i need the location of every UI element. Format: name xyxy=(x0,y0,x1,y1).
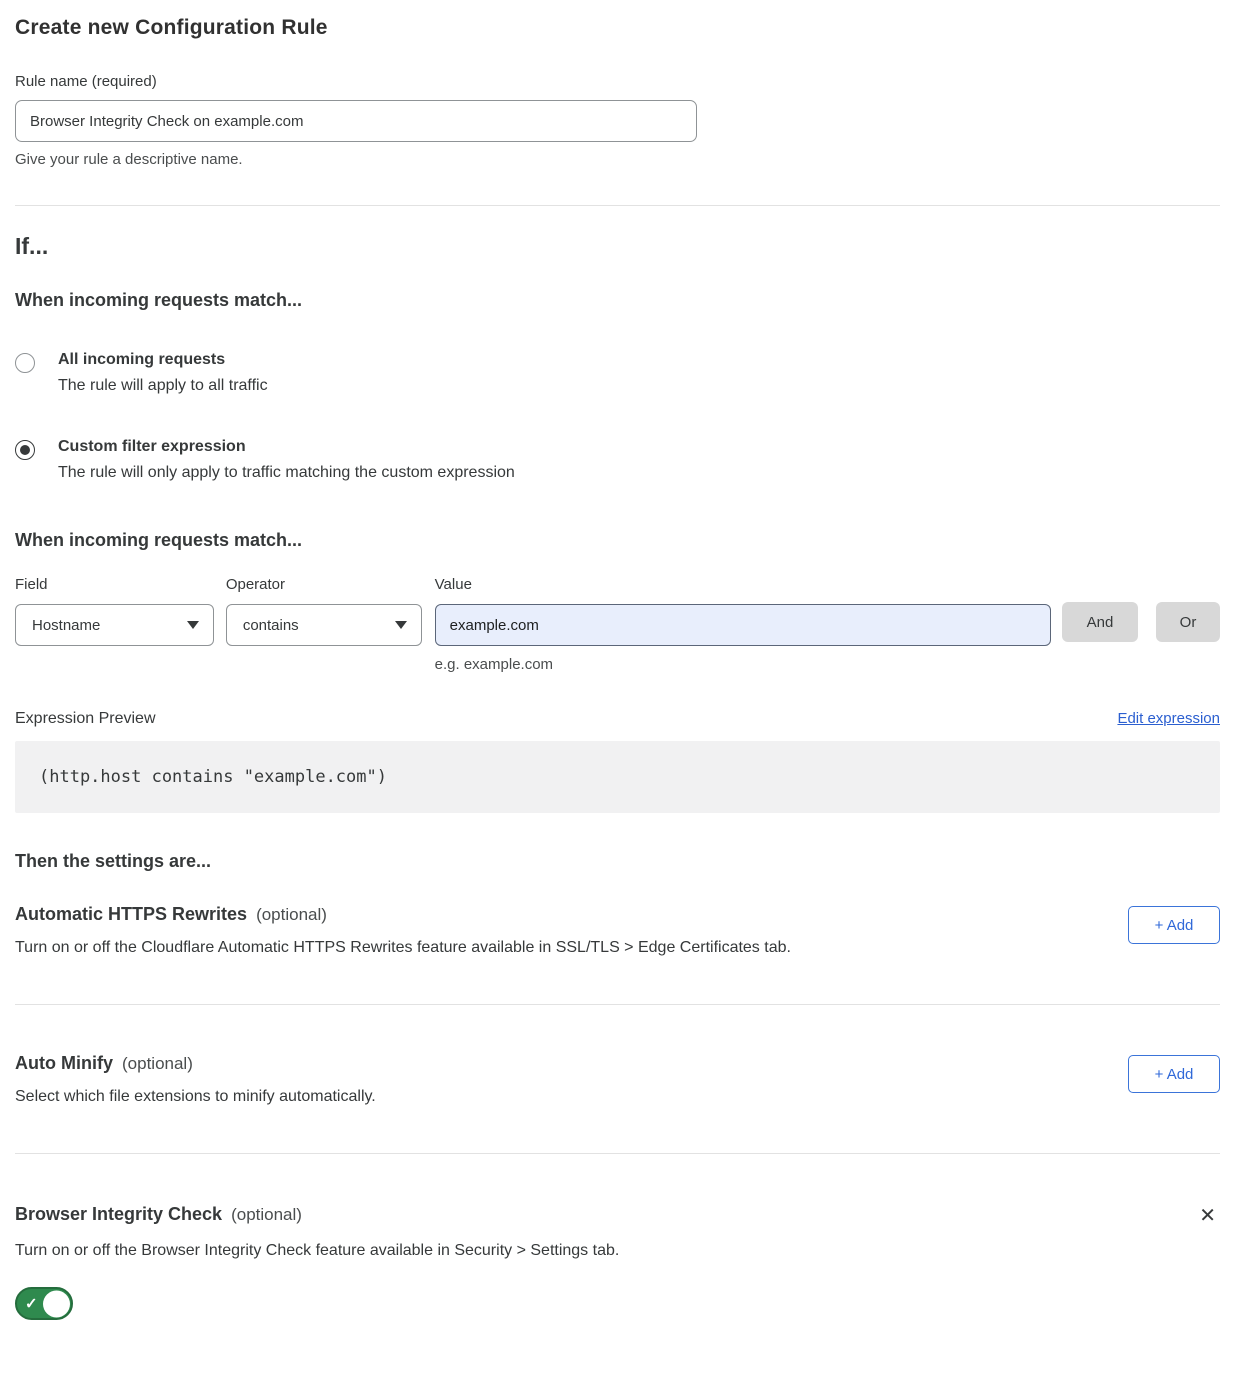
setting-description: Turn on or off the Browser Integrity Che… xyxy=(15,1242,1220,1260)
field-select-value: Hostname xyxy=(32,617,100,634)
radio-option-text: All incoming requests The rule will appl… xyxy=(58,351,268,395)
value-label: Value xyxy=(435,576,1051,593)
radio-button-unselected[interactable] xyxy=(15,353,35,373)
setting-title-row: Automatic HTTPS Rewrites (optional) xyxy=(15,904,791,925)
expression-preview-code: (http.host contains "example.com") xyxy=(15,741,1220,813)
close-icon[interactable]: ✕ xyxy=(1195,1204,1220,1228)
value-helper: e.g. example.com xyxy=(435,656,1051,673)
setting-optional-tag: (optional) xyxy=(122,1054,193,1073)
field-label: Field xyxy=(15,576,214,593)
builder-heading: When incoming requests match... xyxy=(15,530,1220,551)
radio-option-custom-filter[interactable]: Custom filter expression The rule will o… xyxy=(15,438,1220,482)
or-button[interactable]: Or xyxy=(1156,602,1220,642)
then-heading: Then the settings are... xyxy=(15,851,1220,872)
rule-name-input[interactable] xyxy=(15,100,697,142)
setting-automatic-https-rewrites: Automatic HTTPS Rewrites (optional) Turn… xyxy=(15,904,1220,957)
operator-select[interactable]: contains xyxy=(226,604,422,646)
edit-expression-link[interactable]: Edit expression xyxy=(1117,710,1220,727)
page-title: Create new Configuration Rule xyxy=(15,16,1220,40)
radio-option-label: All incoming requests xyxy=(58,351,268,369)
setting-optional-tag: (optional) xyxy=(231,1205,302,1224)
value-input[interactable] xyxy=(435,604,1051,646)
expression-builder-row: Field Hostname Operator contains Value e… xyxy=(15,576,1220,673)
field-select[interactable]: Hostname xyxy=(15,604,214,646)
setting-title-row: Auto Minify (optional) xyxy=(15,1053,376,1074)
rule-name-helper: Give your rule a descriptive name. xyxy=(15,151,1220,168)
add-auto-minify-button[interactable]: + Add xyxy=(1128,1055,1220,1093)
radio-button-selected[interactable] xyxy=(15,440,35,460)
expression-preview-row: Expression Preview Edit expression xyxy=(15,710,1220,728)
setting-title-text: Browser Integrity Check (optional) xyxy=(15,1204,302,1225)
field-column: Field Hostname xyxy=(15,576,214,673)
and-or-buttons: And Or xyxy=(1062,576,1220,673)
value-column: Value e.g. example.com xyxy=(435,576,1051,673)
setting-auto-minify: Auto Minify (optional) Select which file… xyxy=(15,1053,1220,1106)
and-button[interactable]: And xyxy=(1062,602,1138,642)
toggle-knob xyxy=(43,1290,70,1317)
setting-text: Automatic HTTPS Rewrites (optional) Turn… xyxy=(15,904,791,957)
radio-option-label: Custom filter expression xyxy=(58,438,515,456)
chevron-down-icon xyxy=(187,621,199,629)
check-icon: ✓ xyxy=(25,1294,38,1312)
setting-text: Auto Minify (optional) Select which file… xyxy=(15,1053,376,1106)
radio-option-description: The rule will apply to all traffic xyxy=(58,377,268,395)
setting-title: Browser Integrity Check xyxy=(15,1204,222,1224)
match-heading: When incoming requests match... xyxy=(15,290,1220,311)
operator-select-value: contains xyxy=(243,617,299,634)
setting-optional-tag: (optional) xyxy=(256,905,327,924)
divider xyxy=(15,1153,1220,1154)
browser-integrity-check-toggle[interactable]: ✓ xyxy=(15,1287,73,1320)
setting-title-row: Browser Integrity Check (optional) ✕ xyxy=(15,1204,1220,1228)
expression-preview-label: Expression Preview xyxy=(15,710,156,728)
radio-option-text: Custom filter expression The rule will o… xyxy=(58,438,515,482)
chevron-down-icon xyxy=(395,621,407,629)
setting-description: Turn on or off the Cloudflare Automatic … xyxy=(15,939,791,957)
if-heading: If... xyxy=(15,233,1220,260)
setting-browser-integrity-check: Browser Integrity Check (optional) ✕ Tur… xyxy=(15,1204,1220,1320)
operator-label: Operator xyxy=(226,576,422,593)
setting-title: Auto Minify xyxy=(15,1053,113,1073)
radio-option-description: The rule will only apply to traffic matc… xyxy=(58,464,515,482)
divider xyxy=(15,205,1220,206)
setting-description: Select which file extensions to minify a… xyxy=(15,1088,376,1106)
add-automatic-https-rewrites-button[interactable]: + Add xyxy=(1128,906,1220,944)
setting-title: Automatic HTTPS Rewrites xyxy=(15,904,247,924)
operator-column: Operator contains xyxy=(226,576,422,673)
divider xyxy=(15,1004,1220,1005)
create-configuration-rule-form: Create new Configuration Rule Rule name … xyxy=(0,0,1237,1320)
rule-name-label: Rule name (required) xyxy=(15,73,1220,90)
radio-option-all-incoming[interactable]: All incoming requests The rule will appl… xyxy=(15,351,1220,395)
